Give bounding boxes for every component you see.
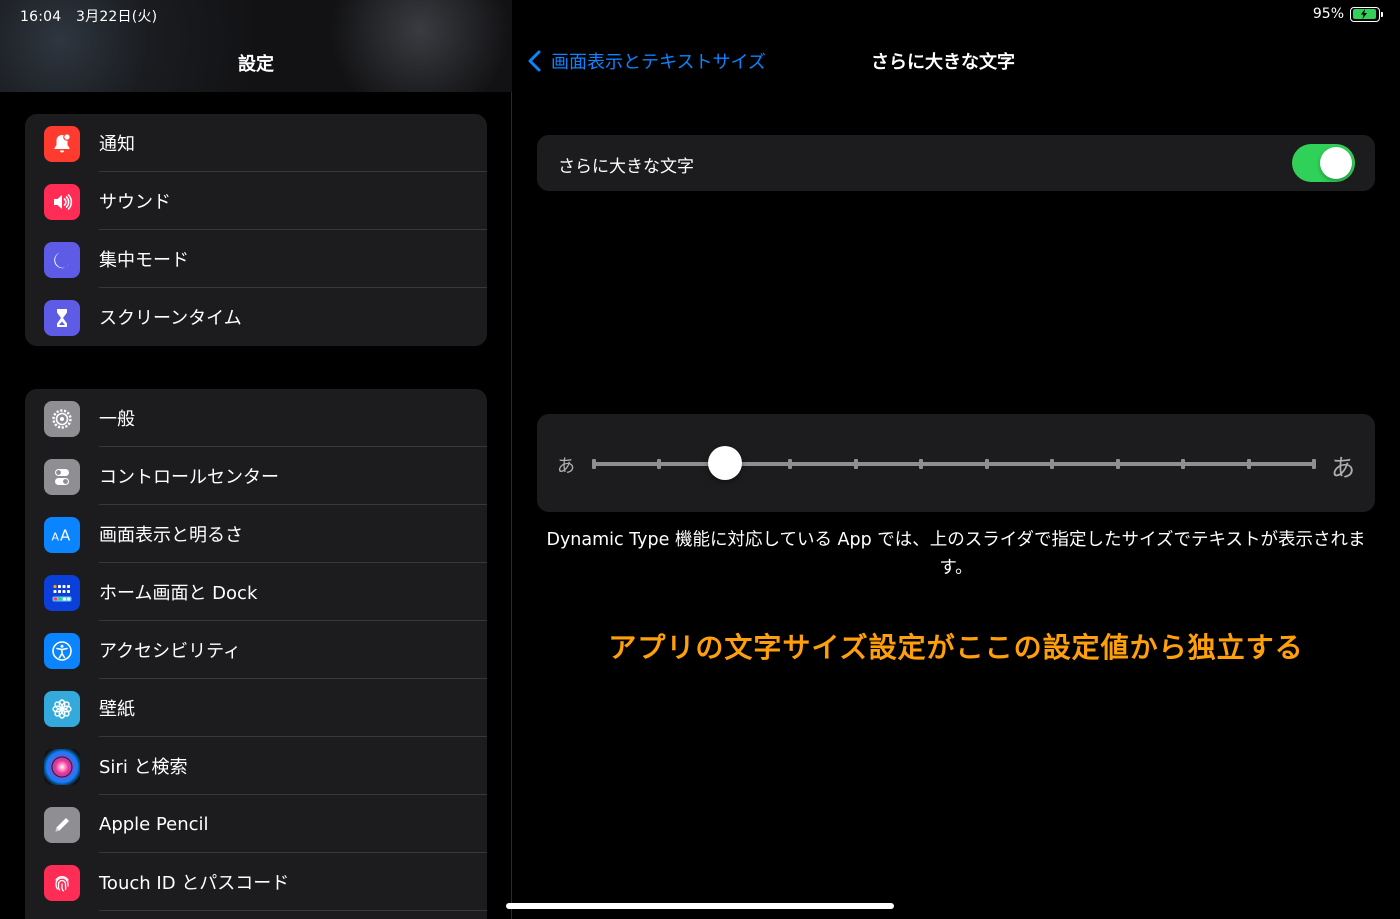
battery-percentage: 95% — [1312, 6, 1344, 22]
text-size-icon: AA — [44, 517, 80, 553]
home-indicator[interactable] — [506, 903, 894, 909]
home-grid-icon — [44, 575, 80, 611]
slider-max-label: あ — [1331, 454, 1355, 482]
sidebar-item-sounds[interactable]: サウンド — [25, 172, 487, 230]
sidebar-item-control-center[interactable]: コントロールセンター — [25, 447, 487, 505]
annotation-text: アプリの文字サイズ設定がここの設定値から独立する — [608, 631, 1304, 664]
text-size-slider-card: あ あ — [537, 414, 1375, 512]
dynamic-type-footnote: Dynamic Type 機能に対応している App では、上のスライダで指定し… — [546, 530, 1366, 578]
status-bar-left: 16:04 3月22日(火) — [20, 6, 167, 26]
sidebar-item-home-screen-dock[interactable]: ホーム画面と Dock — [25, 563, 487, 621]
sidebar-item-label: Siri と検索 — [99, 757, 188, 778]
sidebar-item-label: 一般 — [99, 409, 135, 430]
sidebar-item-touch-id-passcode[interactable]: Touch ID とパスコード — [25, 853, 487, 911]
sidebar-item-screen-time[interactable]: スクリーンタイム — [25, 288, 487, 346]
sidebar-item-label: Apple Pencil — [99, 813, 209, 835]
slider-min-label: あ — [557, 456, 575, 477]
sidebar-item-wallpaper[interactable]: 壁紙 — [25, 679, 487, 737]
slider-tick — [853, 459, 858, 469]
sidebar-item-label: Touch ID とパスコード — [99, 873, 290, 894]
battery-icon — [1350, 6, 1383, 22]
sidebar-item-label: コントロールセンター — [99, 467, 279, 488]
text-size-slider[interactable] — [592, 446, 1316, 480]
settings-group-1: 通知 サウンド 集中モード スクリーンタイム — [25, 114, 487, 346]
sidebar-item-label: サウンド — [99, 192, 171, 213]
page-title: さらに大きな文字 — [871, 52, 1015, 73]
slider-tick — [919, 459, 924, 469]
accessibility-icon — [44, 633, 80, 669]
slider-tick — [592, 459, 596, 469]
slider-tick — [1115, 459, 1120, 469]
slider-tick — [1246, 459, 1251, 469]
fingerprint-icon — [44, 865, 80, 901]
slider-tick — [984, 459, 989, 469]
settings-group-2: 一般 コントロールセンター AA 画面表示と明るさ ホーム画面と Dock アク… — [25, 389, 487, 919]
sidebar-item-siri-search[interactable]: Siri と検索 — [25, 737, 487, 795]
status-date: 3月22日(火) — [76, 9, 158, 25]
gear-icon — [44, 401, 80, 437]
slider-tick — [657, 459, 662, 469]
sidebar-item-label: スクリーンタイム — [99, 308, 242, 329]
toggle-label: さらに大きな文字 — [558, 157, 694, 177]
toggle-knob — [1320, 147, 1352, 179]
slider-tick — [1050, 459, 1055, 469]
sidebar-item-accessibility[interactable]: アクセシビリティ — [25, 621, 487, 679]
status-time: 16:04 — [20, 9, 62, 25]
siri-icon — [44, 749, 80, 785]
svg-text:A: A — [60, 527, 71, 545]
sidebar-item-label: アクセシビリティ — [99, 641, 242, 662]
slider-tick — [1181, 459, 1186, 469]
pencil-icon — [44, 807, 80, 843]
switches-icon — [44, 459, 80, 495]
sidebar-title: 設定 — [238, 54, 274, 75]
moon-icon — [44, 242, 80, 278]
slider-tick — [1312, 459, 1316, 469]
sidebar-item-display-brightness[interactable]: AA 画面表示と明るさ — [25, 505, 487, 563]
svg-text:A: A — [52, 531, 60, 544]
sidebar-item-label: ホーム画面と Dock — [99, 583, 258, 604]
status-bar-right: 95% — [1312, 6, 1383, 22]
sidebar-item-label: 壁紙 — [99, 699, 135, 720]
larger-text-toggle-row: さらに大きな文字 — [537, 135, 1375, 191]
sidebar-item-label: 通知 — [99, 134, 135, 155]
sidebar-item-label: 集中モード — [99, 250, 189, 271]
bell-icon — [44, 126, 80, 162]
sidebar-item-focus[interactable]: 集中モード — [25, 230, 487, 288]
sidebar-item-apple-pencil[interactable]: Apple Pencil — [25, 795, 487, 853]
flower-icon — [44, 691, 80, 727]
slider-tick — [788, 459, 793, 469]
sidebar-item-notifications[interactable]: 通知 — [25, 114, 487, 172]
larger-text-toggle[interactable] — [1292, 144, 1355, 182]
hourglass-icon — [44, 300, 80, 336]
slider-knob[interactable] — [707, 446, 742, 480]
speaker-icon — [44, 184, 80, 220]
sidebar-item-label: 画面表示と明るさ — [99, 525, 243, 546]
sidebar-item-general[interactable]: 一般 — [25, 389, 487, 447]
sidebar: 設定 通知 サウンド 集中モード スクリーンタイム 一般 コントロールセンター … — [0, 0, 512, 919]
